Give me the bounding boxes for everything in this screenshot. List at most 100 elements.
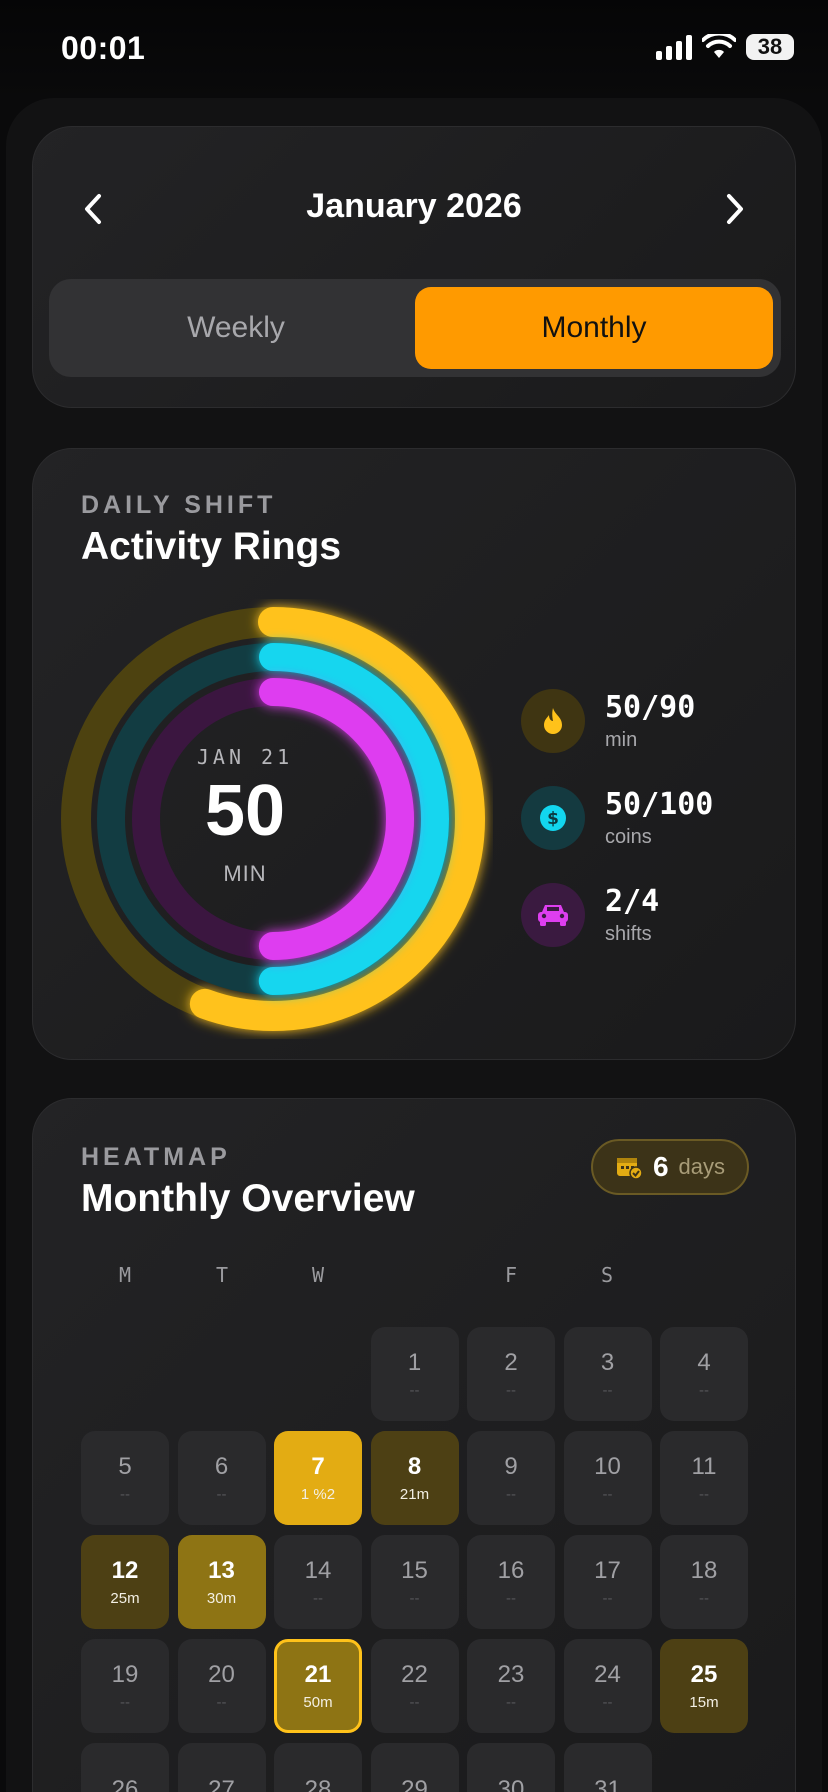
calendar-day-21[interactable]: 21 50m <box>274 1639 362 1733</box>
calendar-day-number: 10 <box>594 1453 621 1480</box>
calendar-day-number: 13 <box>208 1557 235 1584</box>
calendar-day-value: -- <box>409 1694 420 1711</box>
month-selector-card: January 2026 Weekly Monthly <box>32 126 796 408</box>
stat-minutes: 50/90 min <box>521 689 695 753</box>
calendar-day-number: 17 <box>594 1557 621 1584</box>
next-month-button[interactable] <box>705 179 765 239</box>
calendar-day-value: -- <box>506 1694 516 1711</box>
cellular-signal-icon <box>656 34 692 60</box>
status-time: 00:01 <box>61 30 146 66</box>
calendar-day-2[interactable]: 2 -- <box>467 1327 555 1421</box>
calendar-day-value: -- <box>699 1486 709 1503</box>
calendar-day-value: 21m <box>399 1486 430 1503</box>
calendar-day-value: -- <box>120 1486 130 1503</box>
calendar-day-number: 8 <box>407 1453 422 1480</box>
calendar-day-number: 27 <box>208 1776 235 1792</box>
calendar-day-value: 15m <box>689 1694 719 1711</box>
calendar-day-23[interactable]: 23 -- <box>467 1639 555 1733</box>
calendar-day-number: 18 <box>690 1557 718 1584</box>
calendar-day-number: 24 <box>594 1661 621 1688</box>
calendar-day-17[interactable]: 17 -- <box>563 1535 652 1629</box>
calendar-day-16[interactable]: 16 -- <box>467 1535 555 1629</box>
calendar-day-value: -- <box>602 1382 613 1399</box>
heatmap-card: HEATMAP Monthly Overview 6 days M T W F … <box>32 1098 796 1792</box>
calendar-day-18[interactable]: 18 -- <box>660 1535 748 1629</box>
calendar-day-number: 5 <box>118 1453 132 1480</box>
calendar-day-9[interactable]: 9 -- <box>467 1431 555 1525</box>
activity-rings-card: DAILY SHIFT Activity Rings JAN 21 50 MIN… <box>32 448 796 1060</box>
stat-coins: $ 50/100 coins <box>521 786 713 850</box>
calendar-day-6[interactable]: 6 -- <box>177 1431 266 1525</box>
calendar-day-value: -- <box>602 1486 613 1503</box>
stat-coins-value: 50/100 <box>605 787 714 822</box>
calendar-day-13[interactable]: 13 30m <box>177 1535 266 1629</box>
calendar-day-30[interactable]: 30 <box>467 1743 555 1792</box>
calendar-day-14[interactable]: 14 -- <box>274 1535 362 1629</box>
calendar-day-28[interactable]: 28 <box>274 1743 362 1792</box>
month-title: January 2026 <box>306 187 522 225</box>
heatmap-title: Monthly Overview <box>81 1177 415 1220</box>
weekday-label: S <box>600 1263 614 1287</box>
calendar-day-27[interactable]: 27 <box>177 1743 266 1792</box>
calendar-day-5[interactable]: 5 -- <box>81 1431 169 1525</box>
active-days-count: 6 <box>652 1151 669 1182</box>
active-days-badge: 6 days <box>590 1139 749 1195</box>
dollar-coin-icon: $ <box>521 786 585 850</box>
stat-shifts: 2/4 shifts <box>521 883 659 947</box>
calendar-day-number: 14 <box>304 1557 332 1584</box>
ring-center-date: JAN 21 <box>196 745 294 769</box>
calendar-day-number: 20 <box>208 1661 235 1688</box>
calendar-day-number: 6 <box>214 1453 229 1480</box>
calendar-day-value: -- <box>699 1382 709 1399</box>
weekday-label: W <box>311 1263 325 1287</box>
calendar-day-12[interactable]: 12 25m <box>81 1535 169 1629</box>
calendar-day-value: -- <box>409 1590 420 1607</box>
ring-center-value: 50 <box>204 771 286 851</box>
calendar-day-number: 15 <box>401 1557 428 1584</box>
calendar-day-value: -- <box>313 1590 323 1607</box>
calendar-day-value: -- <box>120 1694 130 1711</box>
weekday-label: M <box>118 1263 132 1287</box>
heatmap-eyebrow: HEATMAP <box>81 1143 231 1171</box>
tab-monthly[interactable]: Monthly <box>415 287 773 369</box>
calendar-day-value: 1 %2 <box>300 1486 336 1503</box>
view-toggle: Weekly Monthly <box>49 279 781 377</box>
calendar-day-number: 29 <box>401 1776 428 1792</box>
calendar-day-22[interactable]: 22 -- <box>370 1639 459 1733</box>
calendar-day-31[interactable]: 31 <box>563 1743 652 1792</box>
wifi-icon <box>702 34 736 58</box>
calendar-day-20[interactable]: 20 -- <box>177 1639 266 1733</box>
calendar-day-19[interactable]: 19 -- <box>81 1639 169 1733</box>
weekday-label: T <box>215 1263 229 1287</box>
calendar-day-3[interactable]: 3 -- <box>563 1327 652 1421</box>
tab-weekly[interactable]: Weekly <box>57 287 415 369</box>
calendar-day-number: 22 <box>401 1661 428 1688</box>
calendar-day-value: 30m <box>206 1590 237 1607</box>
calendar-day-value: -- <box>506 1382 516 1399</box>
calendar-day-1[interactable]: 1 -- <box>370 1327 459 1421</box>
calendar-day-4[interactable]: 4 -- <box>660 1327 748 1421</box>
stat-minutes-unit: min <box>605 729 638 751</box>
calendar-day-number: 30 <box>497 1776 525 1792</box>
calendar-day-number: 7 <box>311 1453 325 1480</box>
calendar-day-number: 12 <box>111 1557 139 1584</box>
calendar-day-value: -- <box>602 1590 613 1607</box>
calendar-day-15[interactable]: 15 -- <box>370 1535 459 1629</box>
calendar-day-value: 50m <box>303 1694 333 1711</box>
status-bar: 00:01 38 <box>0 0 828 100</box>
calendar-day-26[interactable]: 26 <box>81 1743 169 1792</box>
calendar-day-number: 1 <box>407 1349 422 1376</box>
car-icon <box>521 883 585 947</box>
calendar-day-7[interactable]: 7 1 %2 <box>274 1431 362 1525</box>
calendar-day-29[interactable]: 29 <box>370 1743 459 1792</box>
calendar-day-value: -- <box>409 1382 420 1399</box>
calendar-day-10[interactable]: 10 -- <box>563 1431 652 1525</box>
calendar-day-8[interactable]: 8 21m <box>370 1431 459 1525</box>
calendar-day-value: -- <box>602 1694 613 1711</box>
calendar-day-number: 16 <box>497 1557 525 1584</box>
calendar-day-25[interactable]: 25 15m <box>660 1639 748 1733</box>
calendar-day-11[interactable]: 11 -- <box>660 1431 748 1525</box>
calendar-check-icon <box>616 1158 643 1180</box>
calendar-day-24[interactable]: 24 -- <box>563 1639 652 1733</box>
battery-icon: 38 <box>746 34 794 60</box>
